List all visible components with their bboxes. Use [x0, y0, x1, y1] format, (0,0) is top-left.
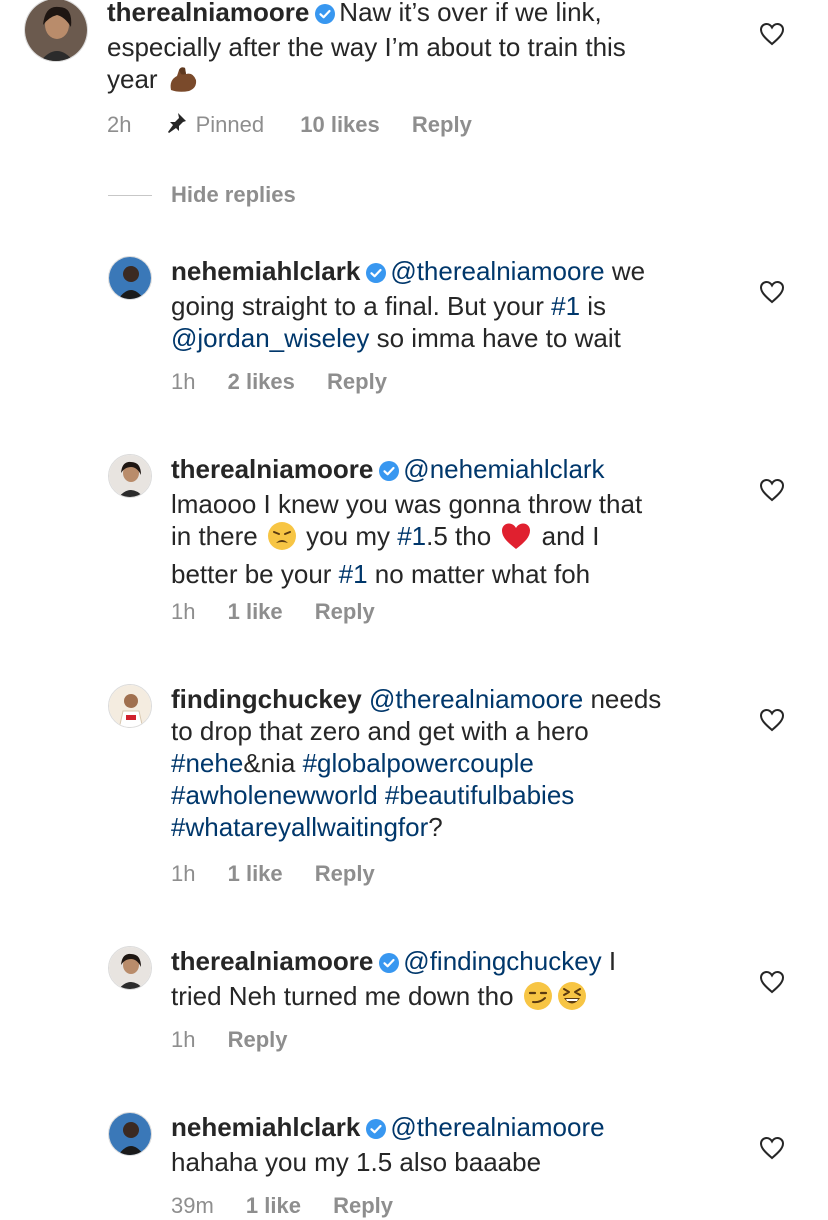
likes-count[interactable]: 1 like: [246, 1193, 301, 1218]
avatar-image: [25, 0, 87, 61]
verified-badge-icon: [366, 258, 387, 290]
comment-text: &nia: [243, 748, 303, 778]
reply-button[interactable]: Reply: [412, 112, 472, 137]
avatar-image: [109, 685, 151, 727]
hashtag-link[interactable]: #1: [339, 559, 368, 589]
comment-time: 2h: [107, 112, 132, 137]
pinned-label: Pinned: [195, 112, 265, 137]
verified-badge-icon: [315, 0, 336, 31]
heart-outline-icon[interactable]: [759, 970, 785, 999]
comment-username[interactable]: therealniamoore: [107, 0, 309, 27]
heart-outline-icon[interactable]: [759, 1136, 785, 1165]
verified-badge-icon: [379, 948, 400, 980]
hashtag-link[interactable]: #awholenewworld: [171, 780, 378, 810]
avatar-image: [109, 947, 151, 989]
comment-text: and I: [534, 521, 600, 551]
avatar-image: [109, 257, 151, 299]
comment-text: you my: [298, 521, 398, 551]
mention-link[interactable]: @therealniamoore: [390, 1112, 604, 1142]
comment-text: tried Neh turned me down tho: [171, 981, 521, 1011]
heart-outline-icon[interactable]: [759, 478, 785, 507]
hashtag-link[interactable]: #nehe: [171, 748, 243, 778]
reply-button[interactable]: Reply: [327, 369, 387, 394]
comment-username[interactable]: findingchuckey: [171, 684, 362, 714]
comment-text: better be your: [171, 559, 339, 589]
comment-text: no matter what foh: [367, 559, 591, 589]
comment-text: .5 tho: [426, 521, 499, 551]
hashtag-link[interactable]: #whatareyallwaitingfor: [171, 812, 428, 842]
flexed-biceps-icon: [167, 66, 199, 101]
comment-text: going straight to a final. But your: [171, 291, 552, 321]
comment-text: lmaooo I knew you was gonna throw that: [171, 489, 643, 519]
avatar[interactable]: [108, 256, 152, 300]
reply-button[interactable]: Reply: [228, 1027, 288, 1052]
hashtag-link[interactable]: #beautifulbabies: [385, 780, 574, 810]
mention-link[interactable]: @therealniamoore: [369, 684, 583, 714]
avatar[interactable]: [108, 946, 152, 990]
comment-time: 1h: [171, 599, 196, 624]
mention-link[interactable]: @nehemiahlclark: [403, 454, 604, 484]
avatar[interactable]: [24, 0, 88, 62]
hashtag-link[interactable]: #1: [551, 291, 580, 321]
reply-button[interactable]: Reply: [333, 1193, 393, 1218]
pin-icon: [164, 111, 188, 141]
comment-text: hahaha you my 1.5 also baaabe: [171, 1147, 542, 1177]
heart-outline-icon[interactable]: [759, 708, 785, 737]
avatar[interactable]: [108, 454, 152, 498]
comment-username[interactable]: therealniamoore: [171, 454, 373, 484]
comment-text: we: [604, 256, 646, 286]
smirking-face-icon: [523, 981, 553, 1018]
mention-link[interactable]: @findingchuckey: [403, 946, 601, 976]
avatar-image: [109, 1113, 151, 1155]
grinning-squinting-face-icon: [557, 981, 587, 1018]
comment-text: especially after the way I’m about to tr…: [107, 32, 626, 62]
likes-count[interactable]: 1 like: [228, 861, 283, 886]
comment-text: I: [601, 946, 617, 976]
comment-username[interactable]: nehemiahlclark: [171, 1112, 360, 1142]
comment-username[interactable]: therealniamoore: [171, 946, 373, 976]
likes-count[interactable]: 2 likes: [228, 369, 295, 394]
comment-text: Naw it’s over if we link,: [339, 0, 602, 27]
comment-text: needs: [583, 684, 662, 714]
mention-link[interactable]: @therealniamoore: [390, 256, 604, 286]
comment-text: so imma have to wait: [369, 323, 621, 353]
likes-count[interactable]: 1 like: [228, 599, 283, 624]
comment-time: 1h: [171, 369, 196, 394]
comment-text: is: [580, 291, 607, 321]
comment-text: year: [107, 64, 158, 94]
avatar[interactable]: [108, 684, 152, 728]
avatar[interactable]: [108, 1112, 152, 1156]
comment-time: 1h: [171, 861, 196, 886]
hashtag-link[interactable]: #1: [397, 521, 426, 551]
comment-text: ?: [428, 812, 443, 842]
verified-badge-icon: [366, 1114, 387, 1146]
red-heart-icon: [500, 521, 532, 558]
comment-username[interactable]: nehemiahlclark: [171, 256, 360, 286]
hide-replies-button[interactable]: Hide replies: [171, 182, 296, 208]
avatar-image: [109, 455, 151, 497]
verified-badge-icon: [379, 456, 400, 488]
comment-text: to drop that zero and get with a hero: [171, 716, 589, 746]
heart-outline-icon[interactable]: [759, 22, 785, 51]
reply-button[interactable]: Reply: [315, 599, 375, 624]
hashtag-link[interactable]: #globalpowercouple: [303, 748, 534, 778]
comment-time: 39m: [171, 1193, 214, 1218]
heart-outline-icon[interactable]: [759, 280, 785, 309]
mention-link[interactable]: @jordan_wiseley: [171, 323, 369, 353]
comment-text: in there: [171, 521, 265, 551]
likes-count[interactable]: 10 likes: [300, 112, 380, 137]
weary-face-icon: [267, 521, 297, 558]
reply-button[interactable]: Reply: [315, 861, 375, 886]
hide-replies-divider: [108, 195, 152, 196]
comment-time: 1h: [171, 1027, 196, 1052]
